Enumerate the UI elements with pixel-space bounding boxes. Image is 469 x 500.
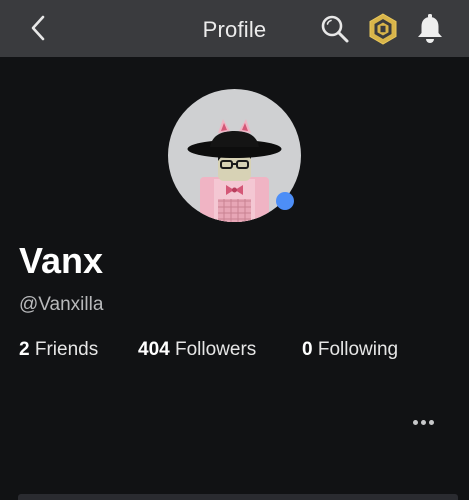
back-button[interactable]	[22, 12, 54, 44]
following-count: 0	[302, 339, 313, 360]
friends-count-link[interactable]: 2 Friends	[19, 339, 98, 361]
search-button[interactable]	[318, 12, 352, 46]
following-label: Following	[317, 339, 399, 360]
robux-button[interactable]	[366, 12, 400, 46]
robux-icon	[369, 13, 397, 45]
display-name: Vanx	[19, 240, 104, 281]
more-options-button[interactable]	[406, 411, 440, 433]
username: @Vanxilla	[19, 294, 104, 315]
friends-count: 2	[19, 339, 30, 360]
online-status-indicator	[276, 192, 294, 210]
more-dot	[428, 419, 434, 425]
top-bar: Profile	[0, 0, 469, 57]
more-dot	[420, 419, 426, 425]
search-icon	[321, 15, 349, 43]
chevron-left-icon	[31, 15, 45, 41]
followers-count-link[interactable]: 404 Followers	[138, 339, 256, 361]
notifications-button[interactable]	[413, 12, 447, 46]
content-card-edge	[18, 494, 458, 500]
friends-label: Friends	[34, 339, 99, 360]
bell-icon	[418, 14, 442, 43]
avatar-container[interactable]	[168, 89, 301, 222]
followers-count: 404	[138, 339, 170, 360]
more-horizontal-icon	[412, 419, 418, 425]
following-count-link[interactable]: 0 Following	[302, 339, 398, 361]
followers-label: Followers	[174, 339, 257, 360]
